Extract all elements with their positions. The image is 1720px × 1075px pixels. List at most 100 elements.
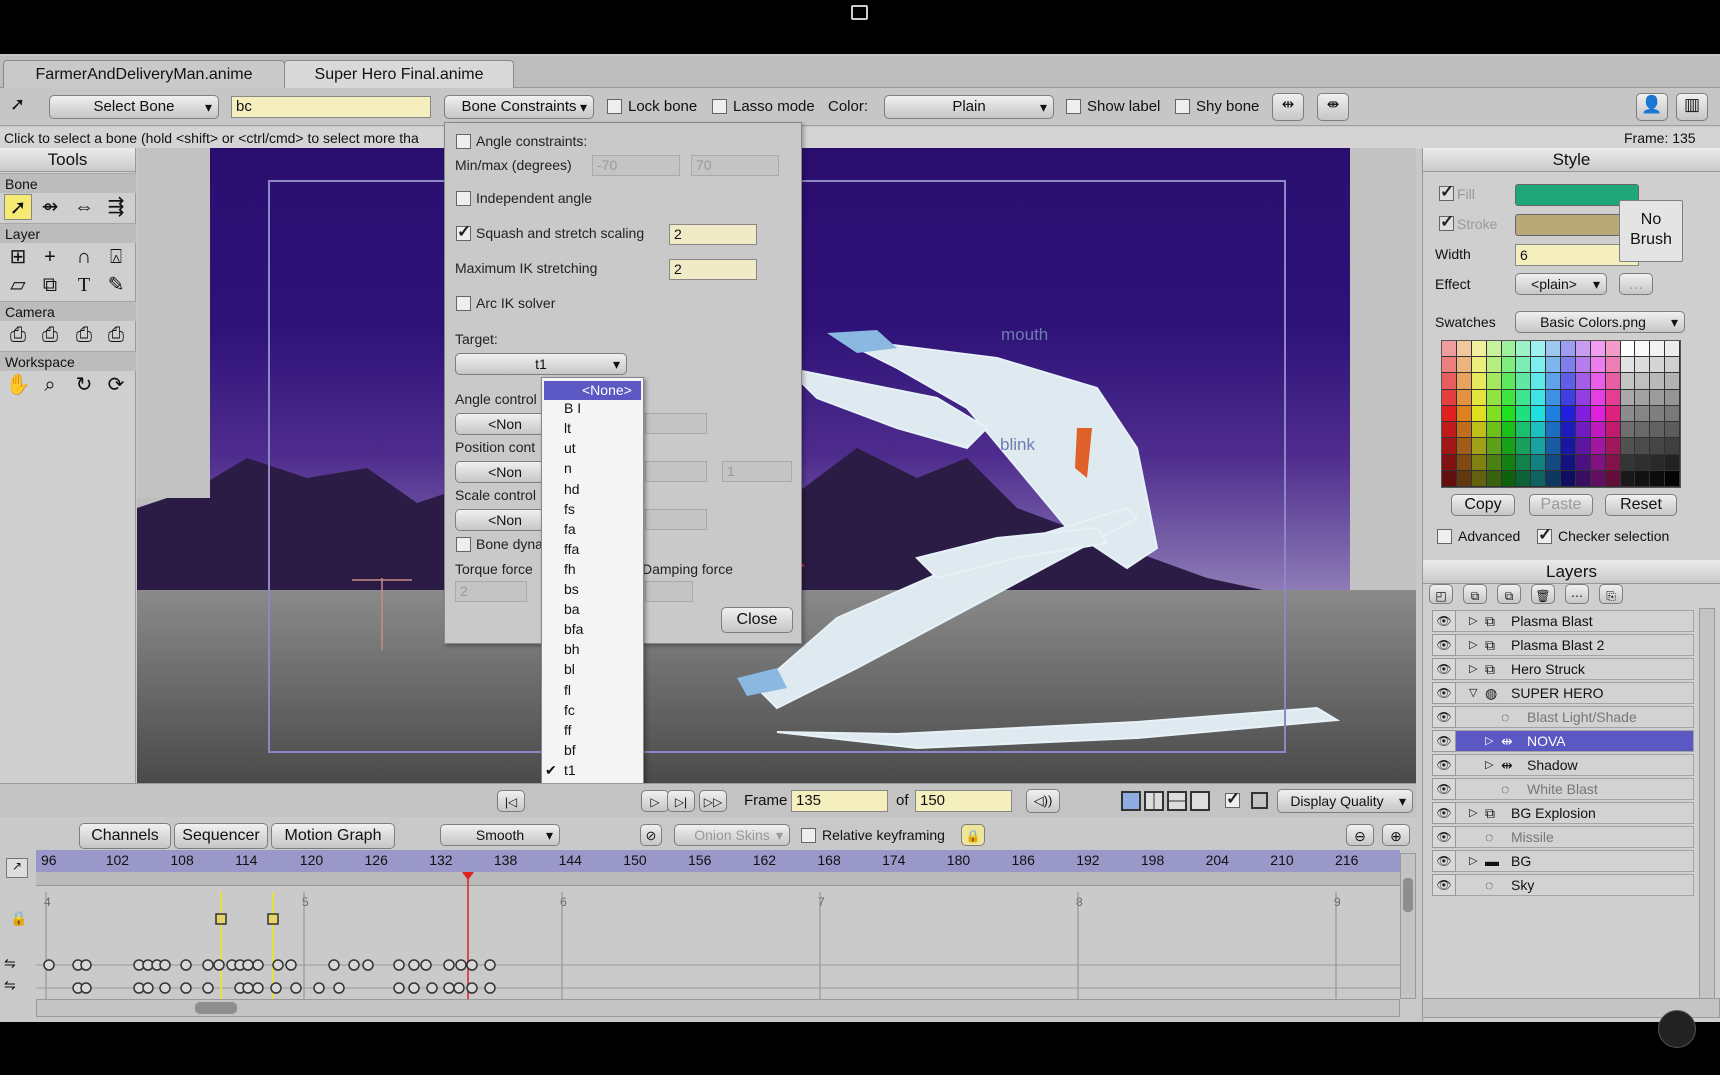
tab-super-hero[interactable]: Super Hero Final.anime bbox=[284, 60, 514, 88]
palette-swatch[interactable] bbox=[1531, 357, 1547, 374]
damping-input[interactable] bbox=[645, 581, 693, 602]
palette-swatch[interactable] bbox=[1546, 341, 1561, 358]
quad-view-icon[interactable] bbox=[1190, 791, 1210, 811]
palette-swatch[interactable] bbox=[1620, 389, 1636, 406]
palette-swatch[interactable] bbox=[1605, 357, 1621, 374]
copy-style-button[interactable]: Copy bbox=[1451, 494, 1515, 516]
palette-swatch[interactable] bbox=[1546, 373, 1561, 390]
max-ik-input[interactable]: 2 bbox=[669, 259, 757, 280]
palette-swatch[interactable] bbox=[1442, 373, 1457, 390]
palette-swatch[interactable] bbox=[1486, 422, 1502, 439]
period-icon[interactable]: ⊘ bbox=[640, 824, 662, 846]
interpolation-dropdown[interactable]: Smooth bbox=[440, 824, 560, 846]
expand-arrow-icon[interactable]: ▽ bbox=[1469, 683, 1477, 703]
palette-swatch[interactable] bbox=[1531, 422, 1547, 439]
effect-dropdown[interactable]: <plain> bbox=[1515, 273, 1607, 295]
set-origin-icon[interactable]: + bbox=[36, 244, 64, 270]
palette-swatch[interactable] bbox=[1486, 405, 1502, 423]
palette-swatch[interactable] bbox=[1546, 470, 1561, 487]
palette-swatch[interactable] bbox=[1456, 357, 1472, 374]
lasso-mode-checkbox[interactable] bbox=[712, 99, 727, 114]
layer-row[interactable]: 👁 ◌ Blast Light/Shade bbox=[1432, 706, 1694, 728]
palette-swatch[interactable] bbox=[1635, 373, 1651, 390]
expand-arrow-icon[interactable]: ▷ bbox=[1469, 635, 1477, 655]
palette-swatch[interactable] bbox=[1561, 438, 1576, 455]
palette-swatch[interactable] bbox=[1501, 389, 1517, 406]
palette-swatch[interactable] bbox=[1590, 470, 1606, 487]
visibility-eye-icon[interactable]: 👁 bbox=[1432, 874, 1456, 896]
arc-ik-checkbox[interactable] bbox=[456, 296, 471, 311]
palette-swatch[interactable] bbox=[1620, 438, 1636, 455]
palette-swatch[interactable] bbox=[1620, 373, 1636, 390]
palette-swatch[interactable] bbox=[1590, 373, 1606, 390]
squash-stretch-input[interactable]: 2 bbox=[669, 224, 757, 245]
lock-bone-checkbox[interactable] bbox=[607, 99, 622, 114]
palette-swatch[interactable] bbox=[1561, 422, 1576, 439]
bone-dynamics-checkbox[interactable] bbox=[456, 537, 471, 552]
timeline-scroll-thumb[interactable] bbox=[195, 1002, 237, 1014]
expand-arrow-icon[interactable]: ▷ bbox=[1469, 851, 1477, 871]
palette-swatch[interactable] bbox=[1456, 470, 1472, 487]
rotate-bone-icon[interactable]: ⇶ bbox=[102, 194, 130, 220]
palette-swatch[interactable] bbox=[1590, 438, 1606, 455]
palette-swatch[interactable] bbox=[1575, 341, 1591, 358]
target-menu-item[interactable]: ut bbox=[564, 440, 576, 456]
new-group-icon[interactable]: ⧉ bbox=[1463, 584, 1487, 604]
palette-swatch[interactable] bbox=[1635, 341, 1651, 358]
palette-swatch[interactable] bbox=[1650, 470, 1666, 487]
color-palette[interactable] bbox=[1441, 340, 1681, 488]
relative-keyframing-checkbox[interactable] bbox=[801, 828, 816, 843]
palette-swatch[interactable] bbox=[1665, 438, 1680, 455]
palette-swatch[interactable] bbox=[1456, 389, 1472, 406]
warp-layer-icon[interactable]: ⍓ bbox=[102, 244, 130, 270]
target-menu-item[interactable]: B I bbox=[564, 400, 581, 416]
palette-swatch[interactable] bbox=[1501, 341, 1517, 358]
target-menu-item[interactable]: fc bbox=[564, 702, 575, 718]
independent-angle-checkbox[interactable] bbox=[456, 191, 471, 206]
palette-swatch[interactable] bbox=[1516, 438, 1532, 455]
palette-swatch[interactable] bbox=[1546, 357, 1561, 374]
target-menu-item[interactable]: bl bbox=[564, 661, 575, 677]
palette-swatch[interactable] bbox=[1665, 389, 1680, 406]
palette-swatch[interactable] bbox=[1456, 422, 1472, 439]
frame-ruler[interactable]: 96 102 108 114 120 126 132 138 144 150 156 162 168 17… bbox=[36, 850, 1400, 872]
palette-swatch[interactable] bbox=[1501, 470, 1517, 487]
position-control-dropdown[interactable]: <Non bbox=[455, 461, 555, 483]
expand-arrow-icon[interactable]: ▷ bbox=[1485, 755, 1493, 775]
palette-swatch[interactable] bbox=[1531, 405, 1547, 423]
palette-swatch[interactable] bbox=[1442, 454, 1457, 471]
layer-row[interactable]: 👁 ◌ Missile bbox=[1432, 826, 1694, 848]
palette-swatch[interactable] bbox=[1635, 438, 1651, 455]
visibility-eye-icon[interactable]: 👁 bbox=[1432, 682, 1456, 704]
palette-swatch[interactable] bbox=[1665, 341, 1680, 358]
text-tool-icon[interactable]: T bbox=[70, 272, 98, 298]
tab-channels[interactable]: Channels bbox=[79, 823, 171, 849]
target-menu-item[interactable]: fs bbox=[564, 501, 575, 517]
pan-tilt-camera-icon[interactable]: ⎙ bbox=[102, 322, 130, 348]
layer-row[interactable]: 👁 ▷ ⧉ BG Explosion bbox=[1432, 802, 1694, 824]
palette-swatch[interactable] bbox=[1531, 341, 1547, 358]
layer-row[interactable]: 👁 ◌ White Blast bbox=[1432, 778, 1694, 800]
palette-swatch[interactable] bbox=[1531, 438, 1547, 455]
layer-row[interactable]: 👁 ▷ ⇹ NOVA bbox=[1432, 730, 1694, 752]
copy-layer-icon[interactable]: ⎘ bbox=[1599, 584, 1623, 604]
palette-swatch[interactable] bbox=[1605, 373, 1621, 390]
target-menu-item[interactable]: ba bbox=[564, 601, 580, 617]
visibility-eye-icon[interactable]: 👁 bbox=[1432, 778, 1456, 800]
palette-swatch[interactable] bbox=[1575, 422, 1591, 439]
position-control-input-x[interactable] bbox=[645, 461, 707, 482]
palette-swatch[interactable] bbox=[1561, 405, 1576, 423]
switch-layer-icon[interactable]: ⧉ bbox=[36, 272, 64, 298]
max-angle-input[interactable]: 70 bbox=[691, 155, 779, 176]
palette-swatch[interactable] bbox=[1501, 422, 1517, 439]
palette-swatch[interactable] bbox=[1635, 357, 1651, 374]
palette-swatch[interactable] bbox=[1665, 422, 1680, 439]
visibility-eye-icon[interactable]: 👁 bbox=[1432, 610, 1456, 632]
timeline-scrollbar[interactable] bbox=[36, 999, 1400, 1017]
palette-swatch[interactable] bbox=[1665, 470, 1680, 487]
palette-swatch[interactable] bbox=[1561, 389, 1576, 406]
palette-swatch[interactable] bbox=[1456, 438, 1472, 455]
layer-settings-icon[interactable]: ⋯ bbox=[1565, 584, 1589, 604]
target-menu-item[interactable]: n bbox=[564, 460, 572, 476]
palette-swatch[interactable] bbox=[1605, 454, 1621, 471]
